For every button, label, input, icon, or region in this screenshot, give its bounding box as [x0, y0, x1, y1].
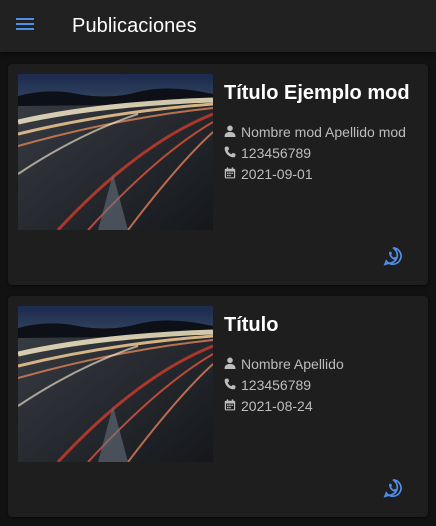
post-phone-number: 123456789 [241, 376, 312, 393]
post-info: Título Nombre Apellido 123456789 2021-08… [224, 310, 422, 416]
whatsapp-button[interactable] [382, 246, 404, 271]
phone-icon [224, 377, 241, 393]
post-date: 2021-08-24 [224, 395, 422, 416]
calendar-icon [224, 166, 241, 182]
post-meta: Nombre Apellido 123456789 2021-08-24 [224, 353, 422, 416]
whatsapp-icon [383, 246, 403, 271]
whatsapp-button[interactable] [382, 478, 404, 503]
post-date-value: 2021-08-24 [241, 397, 313, 414]
post-card[interactable]: Título Nombre Apellido 123456789 2021-08… [8, 296, 428, 517]
calendar-icon [224, 398, 241, 414]
post-author-name: Nombre Apellido [241, 355, 344, 372]
post-title: Título [224, 314, 279, 336]
post-phone: 123456789 [224, 374, 422, 395]
post-date: 2021-09-01 [224, 163, 422, 184]
post-author-name: Nombre mod Apellido mod [241, 123, 406, 140]
post-phone: 123456789 [224, 142, 422, 163]
post-meta: Nombre mod Apellido mod 123456789 2021-0… [224, 121, 422, 184]
post-info: Título Ejemplo mod Nombre mod Apellido m… [224, 78, 422, 184]
app-bar: Publicaciones [0, 0, 436, 52]
post-author: Nombre Apellido [224, 353, 422, 374]
post-image [18, 74, 213, 230]
menu-icon [16, 17, 34, 36]
post-card[interactable]: Título Ejemplo mod Nombre mod Apellido m… [8, 64, 428, 285]
person-icon [224, 356, 241, 372]
post-image [18, 306, 213, 462]
page-title: Publicaciones [72, 14, 197, 37]
whatsapp-icon [383, 478, 403, 503]
post-phone-number: 123456789 [241, 144, 312, 161]
menu-button[interactable] [0, 0, 50, 52]
post-author: Nombre mod Apellido mod [224, 121, 422, 142]
phone-icon [224, 145, 241, 161]
post-title: Título Ejemplo mod [224, 82, 410, 104]
person-icon [224, 124, 241, 140]
post-date-value: 2021-09-01 [241, 165, 313, 182]
posts-list: Título Ejemplo mod Nombre mod Apellido m… [0, 52, 436, 517]
